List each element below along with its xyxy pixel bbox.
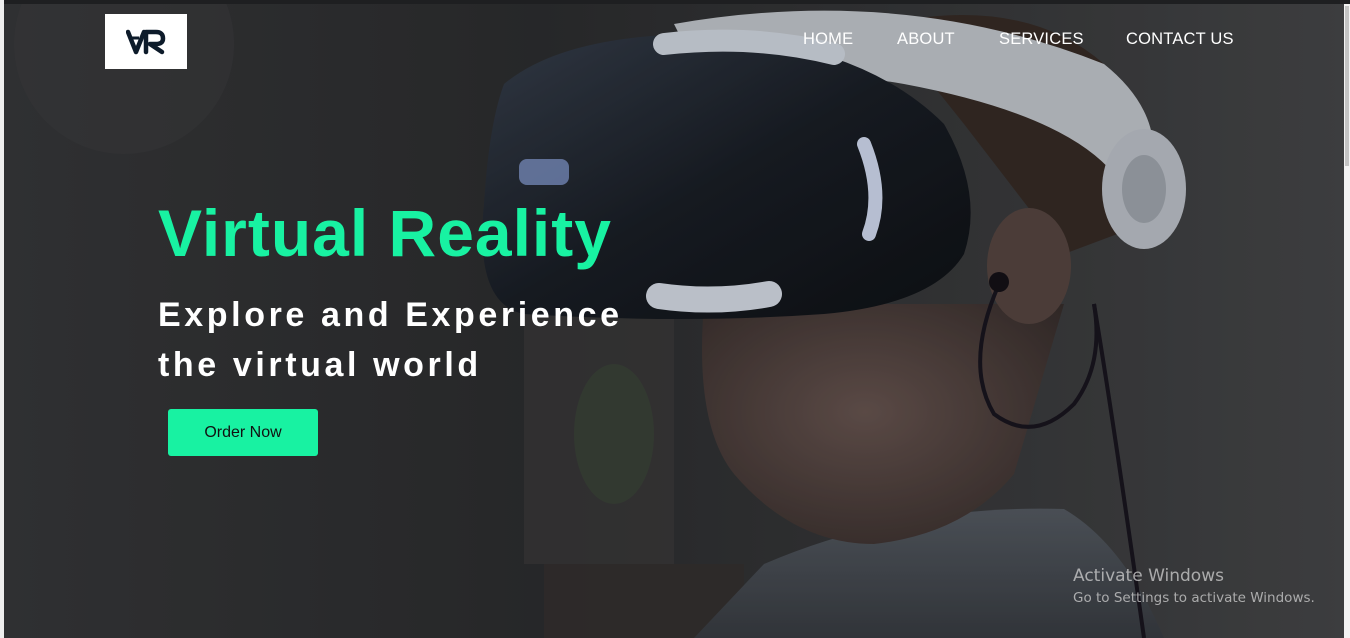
windows-activation-watermark: Activate Windows Go to Settings to activ…	[1073, 566, 1315, 606]
hero-subtitle-line-2: the virtual world	[158, 346, 482, 384]
order-now-button[interactable]: Order Now	[168, 409, 318, 456]
nav-about-link[interactable]: ABOUT	[897, 30, 955, 49]
main-nav: HOME ABOUT SERVICES CONTACT US	[0, 30, 1350, 52]
hero-title: Virtual Reality	[158, 196, 612, 270]
nav-home-link[interactable]: HOME	[803, 30, 853, 49]
watermark-title: Activate Windows	[1073, 566, 1224, 586]
nav-services-link[interactable]: SERVICES	[999, 30, 1084, 49]
nav-contact-link[interactable]: CONTACT US	[1126, 30, 1234, 49]
hero-subtitle-line-1: Explore and Experience	[158, 296, 623, 334]
watermark-subtitle: Go to Settings to activate Windows.	[1073, 590, 1315, 606]
